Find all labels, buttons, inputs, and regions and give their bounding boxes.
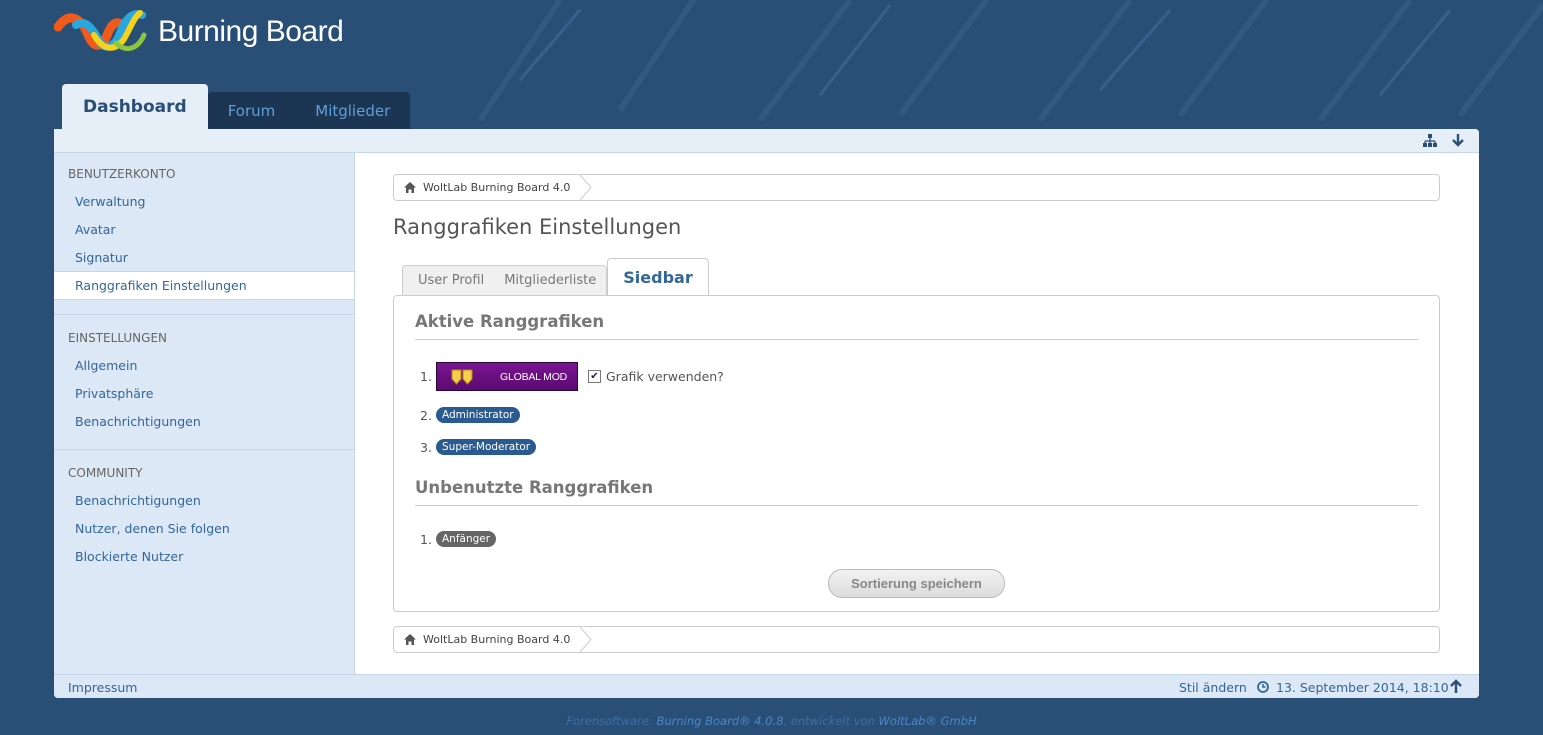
rank-badge-anfaenger: Anfänger	[436, 531, 497, 547]
tab-user-profil[interactable]: User Profil	[402, 265, 499, 295]
use-graphic-label[interactable]: Grafik verwenden?	[606, 369, 724, 384]
breadcrumb-label: WoltLab Burning Board 4.0	[423, 181, 571, 194]
list-number: 1.	[420, 369, 432, 384]
section-title-unbenutzte: Unbenutzte Ranggrafiken	[415, 478, 1418, 506]
breadcrumb-separator	[580, 175, 592, 200]
main-container: BENUTZERKONTO Verwaltung Avatar Signatur…	[54, 129, 1479, 698]
top-toolbar	[54, 129, 1479, 153]
current-datetime: 13. September 2014, 18:10	[1276, 680, 1449, 695]
list-item[interactable]: 3. Super-Moderator	[420, 439, 537, 455]
sitemap-icon[interactable]	[1423, 134, 1437, 148]
clock-icon	[1257, 681, 1269, 693]
burning-board-logo-icon	[54, 10, 147, 52]
product-link[interactable]: Burning Board® 4.0.8	[656, 714, 783, 728]
sidebar-item-signatur[interactable]: Signatur	[54, 243, 354, 271]
tab-mitgliederliste[interactable]: Mitgliederliste	[498, 265, 608, 295]
section-title-aktive: Aktive Ranggrafiken	[415, 312, 1418, 340]
breadcrumb-separator	[580, 627, 592, 652]
sidebar-item-avatar[interactable]: Avatar	[54, 215, 354, 243]
sidebar-item-verwaltung[interactable]: Verwaltung	[54, 187, 354, 215]
rank-badge-super-moderator: Super-Moderator	[436, 439, 537, 455]
home-icon	[404, 634, 416, 645]
main-tab-mitglieder[interactable]: Mitglieder	[295, 92, 411, 129]
footer-bar: Impressum Stil ändern 13. September 2014…	[54, 674, 1479, 698]
list-number: 2.	[420, 407, 432, 423]
sidebar-item-allgemein[interactable]: Allgemein	[54, 351, 354, 379]
list-item[interactable]: 1. Anfänger	[420, 531, 497, 547]
shield-icon	[451, 369, 473, 385]
main-navigation: Dashboard Forum Mitglieder	[62, 84, 411, 129]
rank-badge-administrator: Administrator	[436, 407, 520, 423]
list-item[interactable]: 2. Administrator	[420, 407, 520, 423]
breadcrumb-item-home[interactable]: WoltLab Burning Board 4.0	[394, 627, 592, 652]
page-title: Ranggrafiken Einstellungen	[393, 215, 682, 239]
sidebar-item-benachrichtigungen[interactable]: Benachrichtigungen	[54, 407, 354, 435]
sidebar-item-blockierte-nutzer[interactable]: Blockierte Nutzer	[54, 542, 354, 570]
main-tab-dashboard[interactable]: Dashboard	[62, 84, 208, 129]
main-tab-forum[interactable]: Forum	[207, 92, 296, 129]
sidebar-section-einstellungen: EINSTELLUNGEN Allgemein Privatsphäre Ben…	[54, 315, 354, 435]
site-logo[interactable]: Burning Board	[54, 5, 344, 59]
tab-siedbar[interactable]: Siedbar	[607, 258, 709, 296]
sidebar-section-benutzerkonto: BENUTZERKONTO Verwaltung Avatar Signatur…	[54, 153, 354, 300]
sidebar-item-gefolgte-nutzer[interactable]: Nutzer, denen Sie folgen	[54, 514, 354, 542]
home-icon	[404, 182, 416, 193]
tab-panel: Aktive Ranggrafiken 1. GLOBAL MOD ✔ Graf…	[393, 295, 1440, 612]
arrow-up-icon[interactable]	[1450, 679, 1462, 693]
sidebar-section-community: COMMUNITY Benachrichtigungen Nutzer, den…	[54, 450, 354, 570]
sidebar-item-community-benachrichtigungen[interactable]: Benachrichtigungen	[54, 486, 354, 514]
change-style-link[interactable]: Stil ändern	[1179, 680, 1247, 695]
sidebar-item-privatsphaere[interactable]: Privatsphäre	[54, 379, 354, 407]
copyright-middle: , entwickelt von	[783, 714, 879, 728]
sidebar-heading: EINSTELLUNGEN	[68, 331, 168, 345]
list-item[interactable]: 1. GLOBAL MOD ✔ Grafik verwenden?	[420, 362, 724, 391]
rank-image-text: GLOBAL MOD	[500, 370, 568, 383]
copyright-text: Forensoftware: Burning Board® 4.0.8, ent…	[0, 714, 1543, 728]
impressum-link[interactable]: Impressum	[68, 680, 137, 695]
sidebar-item-ranggrafiken[interactable]: Ranggrafiken Einstellungen	[54, 271, 354, 300]
copyright-prefix: Forensoftware:	[566, 714, 657, 728]
rank-image: GLOBAL MOD	[436, 362, 578, 391]
use-graphic-checkbox[interactable]: ✔	[588, 370, 601, 383]
sidebar-heading: COMMUNITY	[68, 466, 143, 480]
sidebar: BENUTZERKONTO Verwaltung Avatar Signatur…	[54, 153, 355, 674]
content-tabs: User Profil Mitgliederliste Siedbar	[402, 258, 709, 296]
save-sorting-button[interactable]: Sortierung speichern	[828, 569, 1005, 598]
breadcrumb-label: WoltLab Burning Board 4.0	[423, 633, 571, 646]
logo-text: Burning Board	[158, 15, 344, 48]
breadcrumb-item-home[interactable]: WoltLab Burning Board 4.0	[394, 175, 592, 200]
sidebar-heading: BENUTZERKONTO	[68, 167, 176, 181]
arrow-down-icon[interactable]	[1451, 134, 1465, 148]
list-number: 3.	[420, 439, 432, 455]
company-link[interactable]: WoltLab® GmbH	[879, 714, 977, 728]
breadcrumb-bottom: WoltLab Burning Board 4.0	[393, 626, 1440, 653]
breadcrumb: WoltLab Burning Board 4.0	[393, 174, 1440, 201]
list-number: 1.	[420, 531, 432, 547]
